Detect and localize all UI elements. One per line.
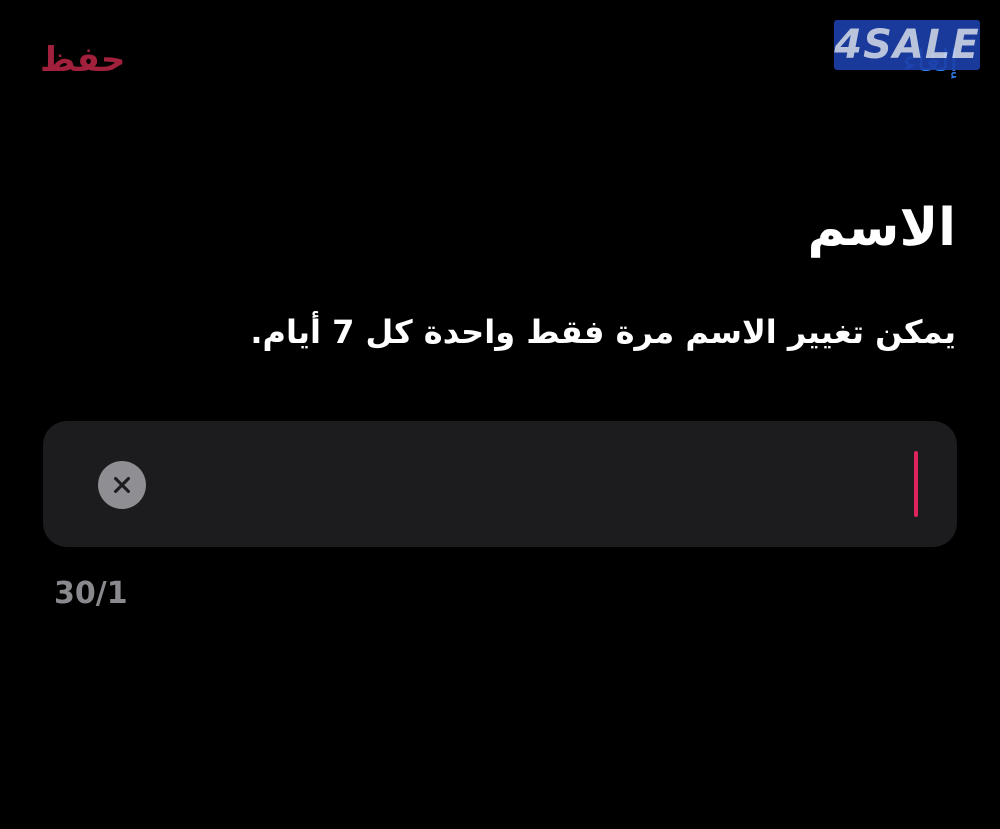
name-field[interactable] [43,421,957,547]
page-title: الاسم [807,198,956,258]
clear-button[interactable] [98,461,146,509]
page-subtitle: يمكن تغيير الاسم مرة فقط واحدة كل 7 أيام… [250,313,956,351]
text-cursor [914,451,918,517]
close-icon [114,477,130,493]
save-button[interactable]: حفظ [40,36,125,84]
watermark-logo: 4SALE [834,20,980,70]
name-input[interactable] [203,451,927,519]
char-counter: 30/1 [54,576,128,611]
watermark-text: 4SALE [834,22,980,68]
